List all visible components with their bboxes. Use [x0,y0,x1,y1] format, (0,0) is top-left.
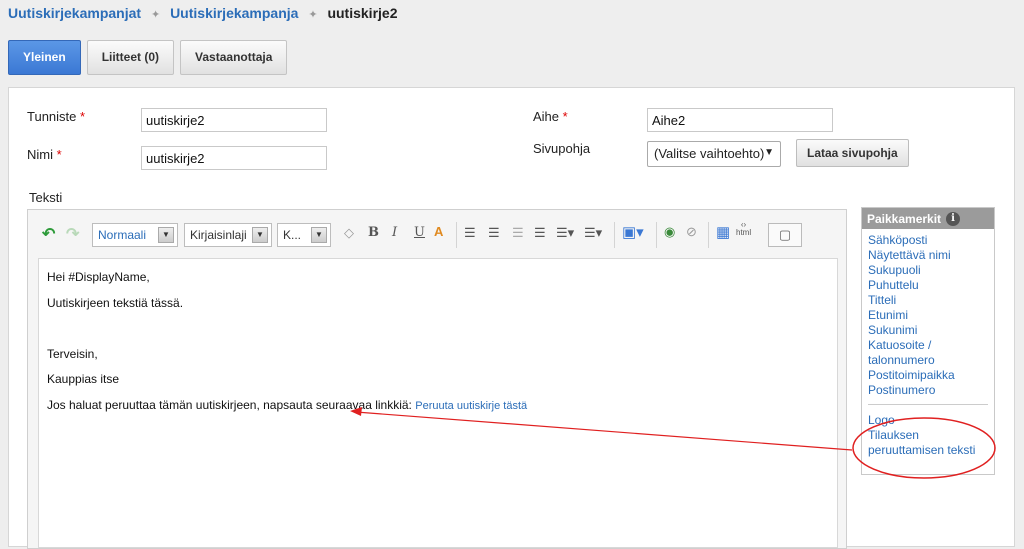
placeholder-email[interactable]: Sähköposti [868,233,988,248]
placeholders-panel: Paikkamerkit i Sähköposti Näytettävä nim… [861,207,995,475]
placeholders-list: Sähköposti Näytettävä nimi Sukupuoli Puh… [862,229,994,462]
placeholder-postal-code[interactable]: Postinumero [868,383,988,398]
unlink-icon[interactable]: ⊘ [686,224,697,240]
undo-icon[interactable]: ↶ [42,224,55,244]
nimi-label: Nimi * [27,147,62,162]
placeholder-display-name[interactable]: Näytettävä nimi [868,248,988,263]
tab-recipients[interactable]: Vastaanottaja [180,40,288,75]
editor-line-greeting: Hei #DisplayName, [47,270,150,284]
tab-attachments[interactable]: Liitteet (0) [86,40,175,75]
placeholders-title: Paikkamerkit [867,211,942,226]
tunniste-label: Tunniste * [27,109,86,124]
chevron-down-icon: ▼ [252,227,268,243]
placeholder-first-name[interactable]: Etunimi [868,308,988,323]
fullscreen-button[interactable]: ▢ [768,223,802,247]
editor-toolbar: ↶ ↷ Normaali ▼ Kirjaisinlaji ▼ K... ▼ ◇ … [28,210,846,258]
format-select[interactable]: Normaali ▼ [92,223,178,247]
size-select[interactable]: K... ▼ [277,223,331,247]
tunniste-input[interactable] [141,108,327,132]
breadcrumb-link-campaign[interactable]: Uutiskirjekampanja [170,5,298,21]
unsubscribe-text: Jos haluat peruuttaa tämän uutiskirjeen,… [47,398,412,412]
placeholder-city[interactable]: Postitoimipaikka [868,368,988,383]
sivupohja-select-value: (Valitse vaihtoehto) [654,146,765,161]
placeholder-salutation[interactable]: Puhuttelu [868,278,988,293]
placeholder-gender[interactable]: Sukupuoli [868,263,988,278]
ordered-list-icon[interactable]: ☰ [464,225,476,241]
placeholders-header: Paikkamerkit i [862,208,994,229]
info-icon[interactable]: i [946,211,961,226]
fullscreen-icon: ▢ [778,227,792,242]
placeholder-unsubscribe-text[interactable]: Tilauksen peruuttamisen teksti [868,428,988,458]
chevron-down-icon: ▼ [311,227,327,243]
font-select-value: Kirjaisinlaji [190,228,247,242]
html-source-icon[interactable]: ‹› html [736,221,751,237]
editor-line-signature: Kauppias itse [47,372,120,386]
dropdown-arrow-icon: ▼ [764,147,774,158]
insert-table-icon[interactable]: ▦ [716,223,730,241]
tab-bar: Yleinen Liitteet (0) Vastaanottaja [8,40,288,75]
italic-icon[interactable]: I [392,225,397,240]
breadcrumb-separator: ✦ [308,9,318,21]
html-source-label: html [736,228,752,237]
toolbar-divider [708,222,709,248]
breadcrumb-separator: ✦ [150,9,161,21]
nimi-input[interactable] [141,146,327,170]
breadcrumb-current: uutiskirje2 [327,5,398,21]
rich-text-editor: ↶ ↷ Normaali ▼ Kirjaisinlaji ▼ K... ▼ ◇ … [27,209,847,549]
editor-line-regards: Terveisin, [47,347,98,361]
text-color-icon[interactable]: A [434,224,443,239]
placeholder-logo[interactable]: Logo [868,413,988,428]
outdent-icon[interactable]: ☰ [512,225,524,241]
chevron-down-icon: ▼ [158,227,174,243]
format-select-value: Normaali [98,228,147,242]
breadcrumb: Uutiskirjekampanjat ✦ Uutiskirjekampanja… [8,5,397,21]
placeholder-last-name[interactable]: Sukunimi [868,323,988,338]
redo-icon[interactable]: ↷ [66,224,79,244]
placeholder-title[interactable]: Titteli [868,293,988,308]
teksti-label: Teksti [29,190,63,205]
breadcrumb-link-campaigns[interactable]: Uutiskirjekampanjat [8,5,141,21]
sivupohja-select[interactable]: (Valitse vaihtoehto) ▼ [647,141,781,167]
insert-link-icon[interactable]: ◉ [664,224,675,240]
editor-line-body: Uutiskirjeen tekstiä tässä. [47,296,184,310]
toolbar-divider [656,222,657,248]
sivupohja-label: Sivupohja [533,141,591,156]
tab-general[interactable]: Yleinen [8,40,81,75]
indent-icon[interactable]: ☰ [534,225,546,241]
size-select-value: K... [283,228,302,242]
main-panel: Tunniste * Nimi * Aihe * Sivupohja (Vali… [8,87,1015,549]
unordered-list-icon[interactable]: ☰ [488,225,500,241]
aihe-input[interactable] [647,108,833,132]
insert-media-icon[interactable]: ▣▾ [622,223,644,241]
align-icon[interactable]: ☰▾ [556,225,574,241]
editor-line-unsubscribe: Jos haluat peruuttaa tämän uutiskirjeen,… [47,398,527,412]
underline-icon[interactable]: U [414,225,425,240]
placeholders-divider [868,404,988,405]
remove-format-icon[interactable]: ◇ [344,225,354,241]
unsubscribe-link[interactable]: Peruuta uutiskirje tästä [415,400,527,412]
line-height-icon[interactable]: ☰▾ [584,225,602,241]
bold-icon[interactable]: B [368,225,379,240]
aihe-label: Aihe * [533,109,568,124]
load-template-button[interactable]: Lataa sivupohja [796,139,909,167]
font-select[interactable]: Kirjaisinlaji ▼ [184,223,272,247]
toolbar-divider [456,222,457,248]
toolbar-divider [614,222,615,248]
placeholder-street-address[interactable]: Katuosoite / talonnumero [868,338,988,368]
editor-content[interactable]: Hei #DisplayName, Uutiskirjeen tekstiä t… [38,258,838,548]
